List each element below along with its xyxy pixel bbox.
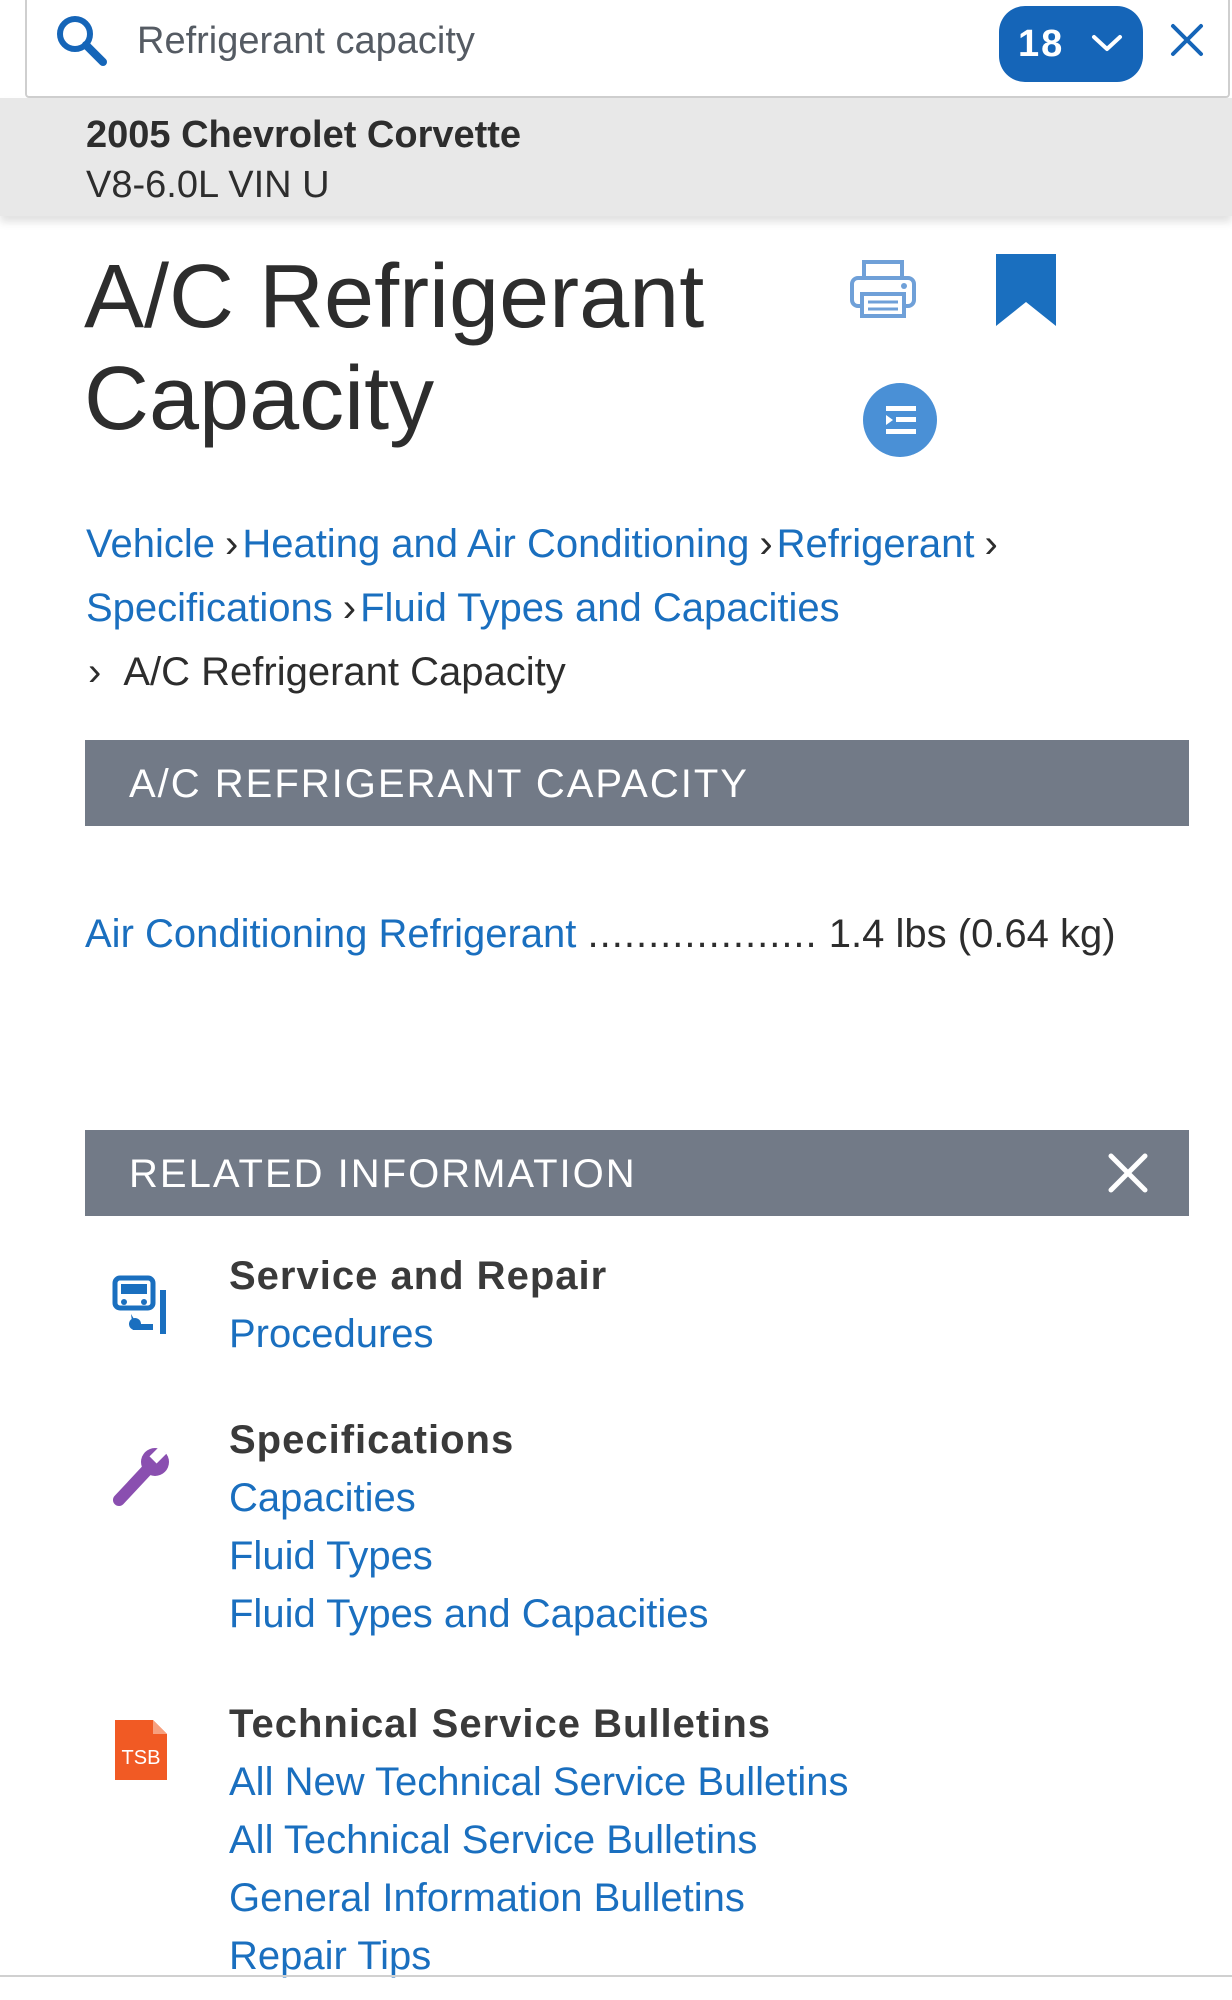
breadcrumb-link-vehicle[interactable]: Vehicle <box>86 522 215 566</box>
service-repair-icon <box>112 1275 166 1334</box>
spec-leader-dots: ................... <box>587 912 818 956</box>
print-icon[interactable] <box>848 258 918 320</box>
vehicle-name: 2005 Chevrolet Corvette <box>86 114 522 156</box>
breadcrumb-current: A/C Refrigerant Capacity <box>123 650 566 694</box>
search-input[interactable] <box>135 14 939 68</box>
related-heading: Technical Service Bulletins <box>229 1702 772 1746</box>
related-info-header: RELATED INFORMATION <box>85 1130 1189 1216</box>
page-title: A/C Refrigerant Capacity <box>84 246 784 450</box>
breadcrumb-link-fluid-types-and-capacities[interactable]: Fluid Types and Capacities <box>360 586 840 630</box>
related-link-capacities[interactable]: Capacities <box>229 1476 416 1521</box>
related-heading: Specifications <box>229 1418 515 1462</box>
related-link-fluid-types[interactable]: Fluid Types <box>229 1534 433 1579</box>
divider <box>0 1975 1232 1977</box>
search-icon[interactable] <box>51 10 111 70</box>
related-link-all-new-tsbs[interactable]: All New Technical Service Bulletins <box>229 1760 849 1805</box>
chevron-down-icon <box>1092 35 1122 51</box>
capacity-section-title: A/C REFRIGERANT CAPACITY <box>129 762 749 806</box>
search-bar: 18 <box>25 0 1230 98</box>
page-title-line-2: Capacity <box>84 349 435 449</box>
chevron-right-icon: › <box>342 586 357 630</box>
table-of-contents-icon[interactable] <box>862 382 938 458</box>
related-info-title: RELATED INFORMATION <box>129 1152 637 1196</box>
capacity-section-header: A/C REFRIGERANT CAPACITY <box>85 740 1189 826</box>
result-count: 18 <box>1018 23 1065 65</box>
close-icon[interactable] <box>1167 20 1207 60</box>
chevron-right-icon: › <box>759 522 773 566</box>
related-link-general-information-bulletins[interactable]: General Information Bulletins <box>229 1876 745 1921</box>
vehicle-header: 2005 Chevrolet Corvette V8-6.0L VIN U <box>0 98 1232 216</box>
breadcrumb-link-specifications[interactable]: Specifications <box>86 586 333 630</box>
breadcrumb-link-heating-and-air-conditioning[interactable]: Heating and Air Conditioning <box>242 522 749 566</box>
related-heading: Service and Repair <box>229 1254 608 1298</box>
spec-label-link[interactable]: Air Conditioning Refrigerant <box>85 912 576 956</box>
spec-row: Air Conditioning Refrigerant ...........… <box>85 912 1205 957</box>
svg-text:TSB: TSB <box>122 1747 161 1769</box>
page-title-line-1: A/C Refrigerant <box>84 247 705 347</box>
tsb-icon: TSB <box>115 1720 167 1780</box>
breadcrumb: Vehicle › Heating and Air Conditioning › Ref… <box>86 512 1206 704</box>
spec-value: 1.4 lbs (0.64 kg) <box>828 912 1116 956</box>
breadcrumb-link-refrigerant[interactable]: Refrigerant <box>777 522 975 566</box>
vehicle-engine: V8-6.0L VIN U <box>86 164 330 206</box>
related-link-fluid-types-and-capacities[interactable]: Fluid Types and Capacities <box>229 1592 709 1637</box>
wrench-icon <box>113 1446 169 1506</box>
chevron-right-icon: › <box>88 650 102 694</box>
chevron-right-icon: › <box>224 522 239 566</box>
result-count-dropdown[interactable]: 18 <box>999 6 1143 82</box>
chevron-right-icon: › <box>984 522 998 566</box>
close-icon[interactable] <box>1107 1152 1149 1194</box>
related-link-procedures[interactable]: Procedures <box>229 1312 434 1357</box>
related-link-repair-tips[interactable]: Repair Tips <box>229 1934 431 1979</box>
related-link-all-tsbs[interactable]: All Technical Service Bulletins <box>229 1818 757 1863</box>
bookmark-icon[interactable] <box>994 254 1058 328</box>
